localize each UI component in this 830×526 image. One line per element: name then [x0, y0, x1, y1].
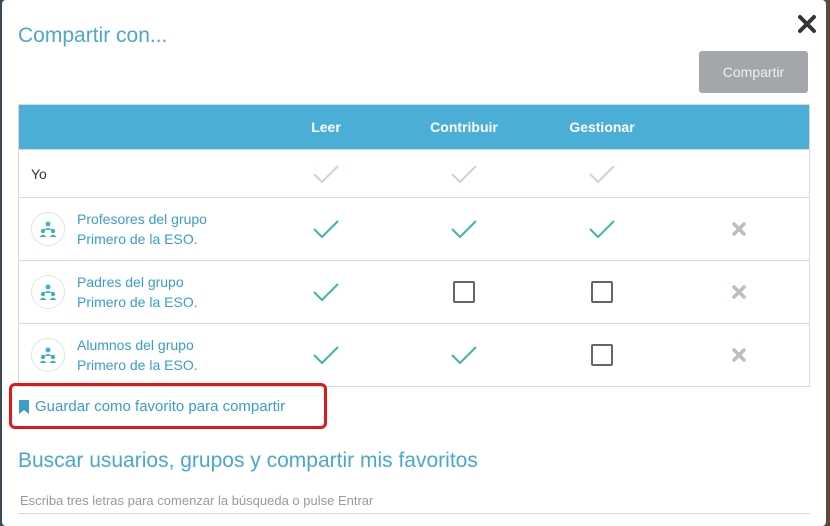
- check-icon: [589, 164, 615, 183]
- check-icon: [313, 220, 339, 239]
- header-leer: Leer: [311, 119, 341, 135]
- header-contribuir: Contribuir: [430, 119, 498, 135]
- remove-icon[interactable]: [719, 261, 759, 323]
- check-icon: [451, 164, 477, 183]
- group-icon: [31, 338, 65, 372]
- remove-icon[interactable]: [719, 324, 759, 386]
- table-row: Yo: [19, 149, 809, 197]
- gestionar-check[interactable]: [547, 198, 657, 260]
- modal-title: Compartir con...: [18, 24, 168, 47]
- table-row: Profesores del grupo Primero de la ESO.: [19, 197, 809, 260]
- table-header: Leer Contribuir Gestionar: [19, 105, 809, 149]
- close-icon[interactable]: [796, 13, 818, 35]
- check-icon: [589, 220, 615, 239]
- group-icon: [31, 275, 65, 309]
- leer-check: [271, 150, 381, 197]
- gestionar-checkbox[interactable]: [547, 261, 657, 323]
- contribuir-check[interactable]: [409, 324, 519, 386]
- check-icon: [313, 346, 339, 365]
- remove-icon[interactable]: [719, 198, 759, 260]
- group-name[interactable]: Padres del grupo Primero de la ESO.: [77, 272, 198, 312]
- share-button[interactable]: Compartir: [699, 51, 808, 93]
- leer-check[interactable]: [271, 324, 381, 386]
- header-gestionar: Gestionar: [569, 119, 635, 135]
- bookmark-icon: [19, 399, 29, 414]
- check-icon: [313, 164, 339, 183]
- group-icon: [31, 212, 65, 246]
- save-favorite-link[interactable]: Guardar como favorito para compartir: [18, 398, 285, 415]
- table-row: Padres del grupo Primero de la ESO.: [19, 260, 809, 323]
- gestionar-checkbox[interactable]: [547, 324, 657, 386]
- check-icon: [451, 346, 477, 365]
- group-name[interactable]: Alumnos del grupo Primero de la ESO.: [77, 335, 198, 375]
- share-modal: Compartir con... Compartir Leer Contribu…: [2, 0, 826, 526]
- contribuir-check: [409, 150, 519, 197]
- contribuir-checkbox[interactable]: [409, 261, 519, 323]
- contribuir-check[interactable]: [409, 198, 519, 260]
- check-icon: [313, 283, 339, 302]
- check-icon: [451, 220, 477, 239]
- gestionar-check: [547, 150, 657, 197]
- leer-check[interactable]: [271, 198, 381, 260]
- permissions-table: Leer Contribuir Gestionar Yo Profesores …: [18, 104, 810, 387]
- leer-check[interactable]: [271, 261, 381, 323]
- table-row: Alumnos del grupo Primero de la ESO.: [19, 323, 809, 386]
- row-name: Yo: [31, 165, 47, 182]
- search-title: Buscar usuarios, grupos y compartir mis …: [18, 449, 478, 472]
- search-input[interactable]: [18, 488, 810, 514]
- group-name[interactable]: Profesores del grupo Primero de la ESO.: [77, 209, 207, 249]
